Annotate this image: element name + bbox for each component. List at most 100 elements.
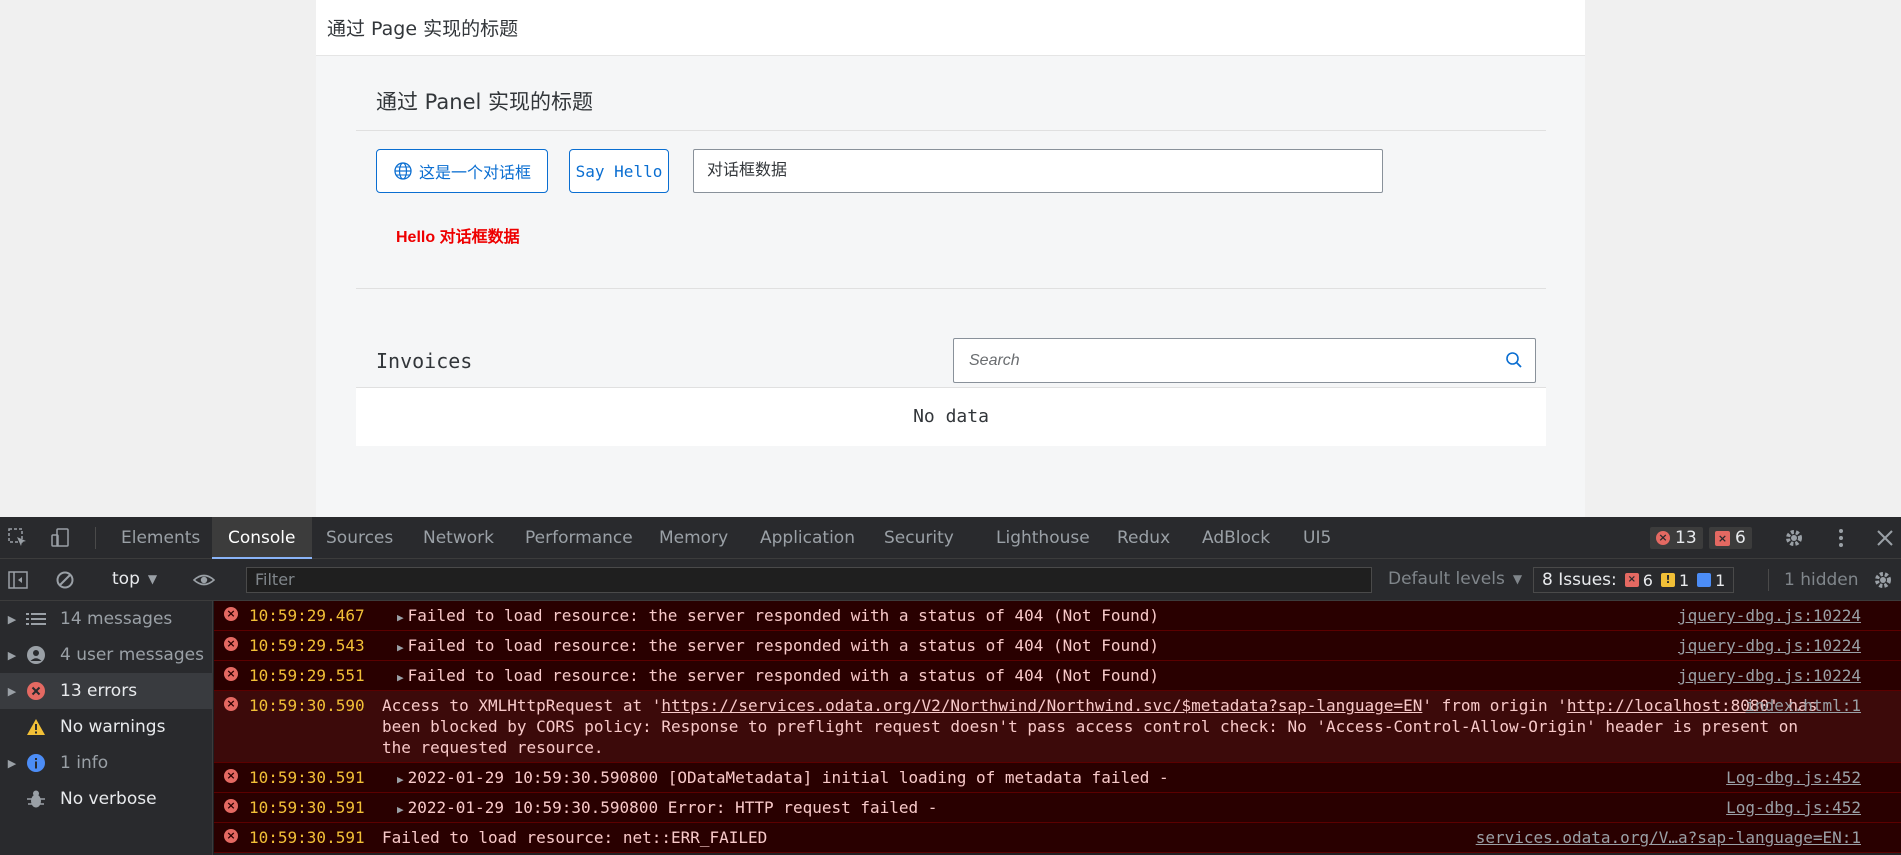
device-toggle-icon[interactable] — [50, 527, 72, 549]
tab-adblock[interactable]: AdBlock — [1202, 517, 1270, 559]
console-message[interactable]: × 10:59:29.467 ▶ Failed to load resource:… — [214, 601, 1901, 631]
filter-input[interactable]: Filter — [246, 567, 1372, 593]
issues-info-count: 1 — [1715, 570, 1726, 590]
sidebar-label: 4 user messages — [60, 645, 204, 665]
expand-arrow-icon[interactable]: ▶ — [0, 613, 24, 626]
error-icon: × — [224, 667, 238, 681]
message-text: ▶ 2022-01-29 10:59:30.590800 Error: HTTP … — [397, 798, 937, 817]
tab-sources[interactable]: Sources — [326, 517, 393, 559]
open-dialog-label: 这是一个对话框 — [418, 165, 531, 182]
expand-arrow-icon[interactable]: ▶ — [397, 611, 404, 624]
say-hello-button[interactable]: Say Hello — [569, 149, 669, 193]
search-icon[interactable] — [1505, 351, 1523, 369]
message-source-link[interactable]: jquery-dbg.js:10224 — [1678, 636, 1861, 655]
sidebar-item-info[interactable]: ▶ 1 info — [0, 745, 212, 781]
expand-arrow-icon[interactable]: ▶ — [0, 649, 24, 662]
tab-security[interactable]: Security — [884, 517, 954, 559]
message-source-link[interactable]: services.odata.org/V…a?sap-language=EN:1 — [1476, 828, 1861, 847]
message-source-link[interactable]: jquery-dbg.js:10224 — [1678, 606, 1861, 625]
expand-arrow-icon[interactable]: ▶ — [397, 803, 404, 816]
expand-arrow-icon[interactable]: ▶ — [397, 773, 404, 786]
console-settings-icon[interactable] — [1872, 569, 1894, 591]
message-part: Access to XMLHttpRequest at ' — [382, 696, 662, 715]
issues-button[interactable]: 8 Issues: × 6 ! 1 1 — [1533, 567, 1735, 593]
message-timestamp: 10:59:30.591 — [249, 798, 365, 817]
error-count: 13 — [1675, 528, 1697, 548]
sidebar-item-warnings[interactable]: No warnings — [0, 709, 212, 745]
message-source-link[interactable]: Log-dbg.js:452 — [1726, 798, 1861, 817]
console-message[interactable]: × 10:59:30.591 ▶ 2022-01-29 10:59:30.5908… — [214, 793, 1901, 823]
sidebar-label: 13 errors — [60, 681, 138, 701]
console-message[interactable]: × 10:59:30.591 Failed to load resource: … — [214, 823, 1901, 853]
issues-warning-count: 1 — [1678, 570, 1690, 590]
error-counter[interactable]: × 13 — [1650, 527, 1703, 549]
expand-arrow-icon[interactable]: ▶ — [0, 685, 24, 698]
globe-icon — [394, 162, 412, 180]
message-text: ▶ Failed to load resource: the server res… — [397, 666, 1159, 685]
message-timestamp: 10:59:30.591 — [249, 828, 365, 847]
list-icon — [24, 609, 48, 629]
tab-memory[interactable]: Memory — [659, 517, 728, 559]
sidebar-toggle-icon[interactable] — [7, 569, 29, 591]
invoice-search-input[interactable]: Search — [953, 338, 1536, 383]
more-options-icon[interactable] — [1830, 527, 1852, 549]
close-icon[interactable] — [1874, 527, 1896, 549]
log-levels-select[interactable]: Default levels ▼ — [1388, 569, 1522, 589]
context-select[interactable]: top ▼ — [112, 569, 157, 589]
issue-counter[interactable]: × 6 — [1709, 527, 1752, 549]
error-icon: × — [224, 637, 238, 651]
open-dialog-button[interactable]: 这是一个对话框 — [376, 149, 548, 193]
log-levels-label: Default levels — [1388, 569, 1505, 589]
tab-console[interactable]: Console — [212, 517, 312, 559]
expand-arrow-icon[interactable]: ▶ — [397, 641, 404, 654]
issue-icon: × — [1715, 530, 1730, 546]
error-icon: × — [224, 799, 238, 813]
issue-count: 6 — [1735, 528, 1746, 548]
console-message[interactable]: × 10:59:29.543 ▶ Failed to load resource:… — [214, 631, 1901, 661]
tab-application[interactable]: Application — [760, 517, 855, 559]
panel-title: 通过 Panel 实现的标题 — [356, 74, 1546, 131]
dialog-data-input[interactable]: 对话框数据 — [693, 149, 1383, 193]
chevron-down-icon: ▼ — [1512, 572, 1523, 586]
sidebar-label: 14 messages — [60, 609, 173, 629]
tab-network[interactable]: Network — [423, 517, 494, 559]
info-icon — [1697, 573, 1712, 587]
message-text: Access to XMLHttpRequest at 'https://ser… — [382, 695, 1821, 758]
bug-icon — [24, 789, 48, 809]
message-source-link[interactable]: Log-dbg.js:452 — [1726, 768, 1861, 787]
warning-icon — [24, 717, 48, 737]
expand-arrow-icon[interactable]: ▶ — [0, 757, 24, 770]
tab-lighthouse[interactable]: Lighthouse — [996, 517, 1090, 559]
sidebar-item-errors[interactable]: ▶ 13 errors — [0, 673, 212, 709]
message-url-link[interactable]: https://services.odata.org/V2/Northwind/… — [661, 696, 1422, 715]
sidebar-item-user-messages[interactable]: ▶ 4 user messages — [0, 637, 212, 673]
console-sidebar: ▶ 14 messages ▶ 4 user messages ▶ 13 err… — [0, 601, 213, 855]
console-message[interactable]: × 10:59:29.551 ▶ Failed to load resource:… — [214, 661, 1901, 691]
sidebar-item-messages[interactable]: ▶ 14 messages — [0, 601, 212, 637]
invoice-title: Invoices — [376, 349, 473, 373]
message-origin-link[interactable]: http://localhost:8080 — [1567, 696, 1769, 715]
settings-icon[interactable] — [1783, 527, 1805, 549]
tab-ui5[interactable]: UI5 — [1303, 517, 1331, 559]
eye-icon[interactable] — [193, 569, 215, 591]
message-text: ▶ Failed to load resource: the server res… — [397, 636, 1159, 655]
clear-console-icon[interactable] — [54, 569, 76, 591]
tab-performance[interactable]: Performance — [525, 517, 633, 559]
message-source-link[interactable]: jquery-dbg.js:10224 — [1678, 666, 1861, 685]
search-placeholder: Search — [969, 352, 1020, 369]
sidebar-label: 1 info — [60, 753, 109, 773]
inspect-icon[interactable] — [7, 527, 29, 549]
issues-label: 8 Issues: — [1542, 570, 1617, 590]
page: 通过 Page 实现的标题 通过 Panel 实现的标题 这是一个对话框 Say… — [316, 0, 1585, 517]
console-message[interactable]: × 10:59:30.591 ▶ 2022-01-29 10:59:30.5908… — [214, 763, 1901, 793]
tab-elements[interactable]: Elements — [121, 517, 200, 559]
expand-arrow-icon[interactable]: ▶ — [397, 671, 404, 684]
message-body: Failed to load resource: the server resp… — [407, 636, 1159, 655]
tab-redux[interactable]: Redux — [1117, 517, 1170, 559]
panel-body: 这是一个对话框 Say Hello 对话框数据 Hello 对话框数据 — [356, 131, 1546, 289]
hidden-count: 1 hidden — [1784, 570, 1859, 590]
sidebar-item-verbose[interactable]: No verbose — [0, 781, 212, 817]
message-source-link[interactable]: index.html:1 — [1745, 696, 1861, 715]
sidebar-label: No warnings — [60, 717, 166, 737]
console-message-cors[interactable]: × 10:59:30.590 Access to XMLHttpRequest … — [214, 691, 1901, 763]
